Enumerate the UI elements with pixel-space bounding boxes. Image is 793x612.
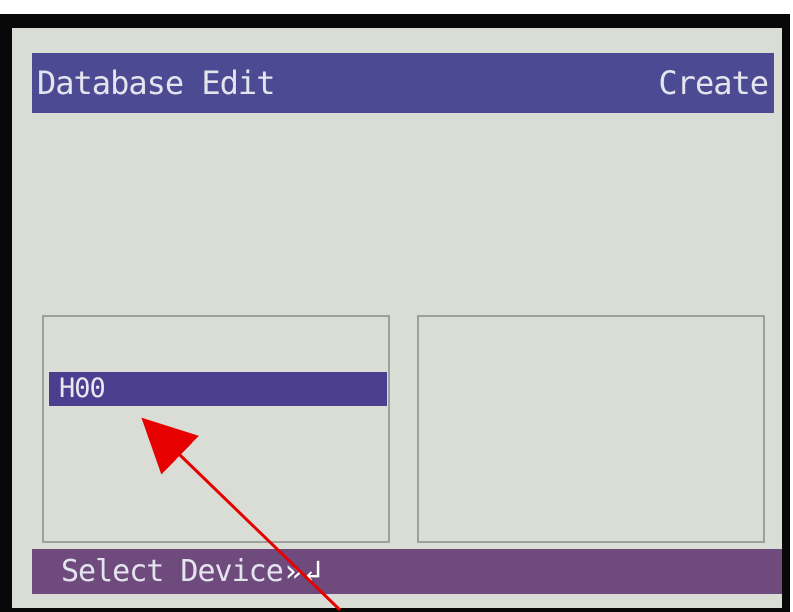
device-details-panel — [417, 315, 765, 543]
double-chevron-icon: » — [284, 554, 303, 589]
status-bar: Select Device»↲ — [32, 549, 782, 594]
status-label: Select Device — [61, 554, 284, 589]
device-list-item-label: H00 — [59, 373, 106, 404]
device-list-item-h00[interactable]: H00 — [49, 372, 387, 406]
device-list-panel: H00 — [42, 315, 390, 543]
screen-title: Database Edit — [37, 64, 275, 102]
device-screen: Database Edit Create H00 Select Device»↲ — [12, 28, 782, 608]
enter-key-icon: ↲ — [303, 554, 322, 589]
title-bar: Database Edit Create — [32, 53, 774, 113]
create-mode-label: Create — [658, 64, 769, 102]
